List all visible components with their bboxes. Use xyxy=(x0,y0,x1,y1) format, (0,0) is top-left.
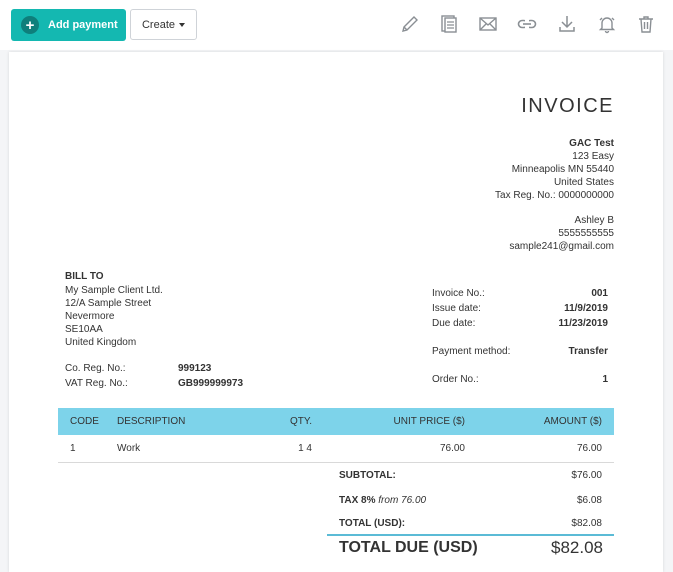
col-description-header: DESCRIPTION xyxy=(117,416,186,427)
copy-document-icon[interactable] xyxy=(439,14,459,34)
order-no-value: 1 xyxy=(602,374,608,385)
plus-icon: + xyxy=(21,16,39,34)
pencil-icon[interactable] xyxy=(400,14,420,34)
tax-line: TAX 8% from 76.00 xyxy=(339,495,426,506)
bill-to-line: SE10AA xyxy=(65,324,103,335)
create-label: Create xyxy=(141,18,176,31)
company-address2: Minneapolis MN 55440 xyxy=(511,164,614,175)
bill-to-line: United Kingdom xyxy=(65,337,137,348)
subtotal-label: SUBTOTAL: xyxy=(339,470,396,481)
company-name: GAC Test xyxy=(569,138,614,149)
col-amount-header: AMOUNT ($) xyxy=(543,416,602,427)
col-unit-price-header: UNIT PRICE ($) xyxy=(393,416,466,427)
total-value: $82.08 xyxy=(571,518,602,529)
total-due-label: TOTAL DUE (USD) xyxy=(339,539,478,556)
company-address1: 123 Easy xyxy=(572,151,614,162)
issue-date-value: 11/9/2019 xyxy=(564,303,608,314)
total-due-value: $82.08 xyxy=(551,538,603,557)
tax-value: $6.08 xyxy=(576,495,602,506)
due-date-value: 11/23/2019 xyxy=(558,318,609,329)
company-contact-name: Ashley B xyxy=(574,215,614,226)
co-reg-label: Co. Reg. No.: xyxy=(65,363,126,374)
bill-to-heading: BILL TO xyxy=(65,271,104,282)
row-description: Work xyxy=(117,443,141,454)
vat-reg-value: GB999999973 xyxy=(178,378,244,389)
total-divider xyxy=(327,534,614,536)
row-amount: 76.00 xyxy=(576,443,602,454)
mail-icon[interactable] xyxy=(478,14,498,34)
col-qty-header: QTY. xyxy=(289,416,312,427)
total-label: TOTAL (USD): xyxy=(339,518,406,529)
toolbar: + Add payment Create xyxy=(0,0,673,50)
create-dropdown-button[interactable]: Create xyxy=(130,9,197,40)
tax-label: TAX 8% xyxy=(339,495,376,506)
bell-reminder-icon[interactable] xyxy=(597,14,617,34)
add-payment-button[interactable]: + Add payment xyxy=(11,9,126,41)
invoice-document: INVOICE GAC Test 123 Easy Minneapolis MN… xyxy=(9,52,663,572)
row-unit-price: 76.00 xyxy=(439,443,465,454)
bill-to-line: Nevermore xyxy=(65,311,115,322)
subtotal-value: $76.00 xyxy=(571,470,602,481)
row-qty: 1 4 xyxy=(298,443,312,454)
payment-method-value: Transfer xyxy=(568,346,608,357)
bill-to-line: 12/A Sample Street xyxy=(65,298,152,309)
trash-icon[interactable] xyxy=(636,14,656,34)
col-code-header: CODE xyxy=(70,416,99,427)
tax-from: from 76.00 xyxy=(378,495,427,506)
row-code: 1 xyxy=(70,443,76,454)
company-country: United States xyxy=(553,177,614,188)
company-email: sample241@gmail.com xyxy=(509,241,614,252)
link-icon[interactable] xyxy=(517,14,537,34)
payment-method-label: Payment method: xyxy=(432,346,511,357)
issue-date-label: Issue date: xyxy=(432,303,481,314)
bill-to-line: My Sample Client Ltd. xyxy=(65,285,163,296)
chevron-down-icon xyxy=(179,22,186,27)
row-divider xyxy=(58,462,614,463)
invoice-title: INVOICE xyxy=(521,95,614,117)
add-payment-label: Add payment xyxy=(48,19,118,31)
invoice-no-value: 001 xyxy=(591,288,608,299)
order-no-label: Order No.: xyxy=(432,374,479,385)
items-table-header: CODE DESCRIPTION QTY. UNIT PRICE ($) AMO… xyxy=(58,408,614,435)
company-tax-reg: Tax Reg. No.: 0000000000 xyxy=(495,190,614,201)
company-phone: 5555555555 xyxy=(558,228,614,239)
vat-reg-label: VAT Reg. No.: xyxy=(65,378,128,389)
due-date-label: Due date: xyxy=(432,318,476,329)
co-reg-value: 999123 xyxy=(178,363,212,374)
invoice-no-label: Invoice No.: xyxy=(432,288,485,299)
download-icon[interactable] xyxy=(557,14,577,34)
